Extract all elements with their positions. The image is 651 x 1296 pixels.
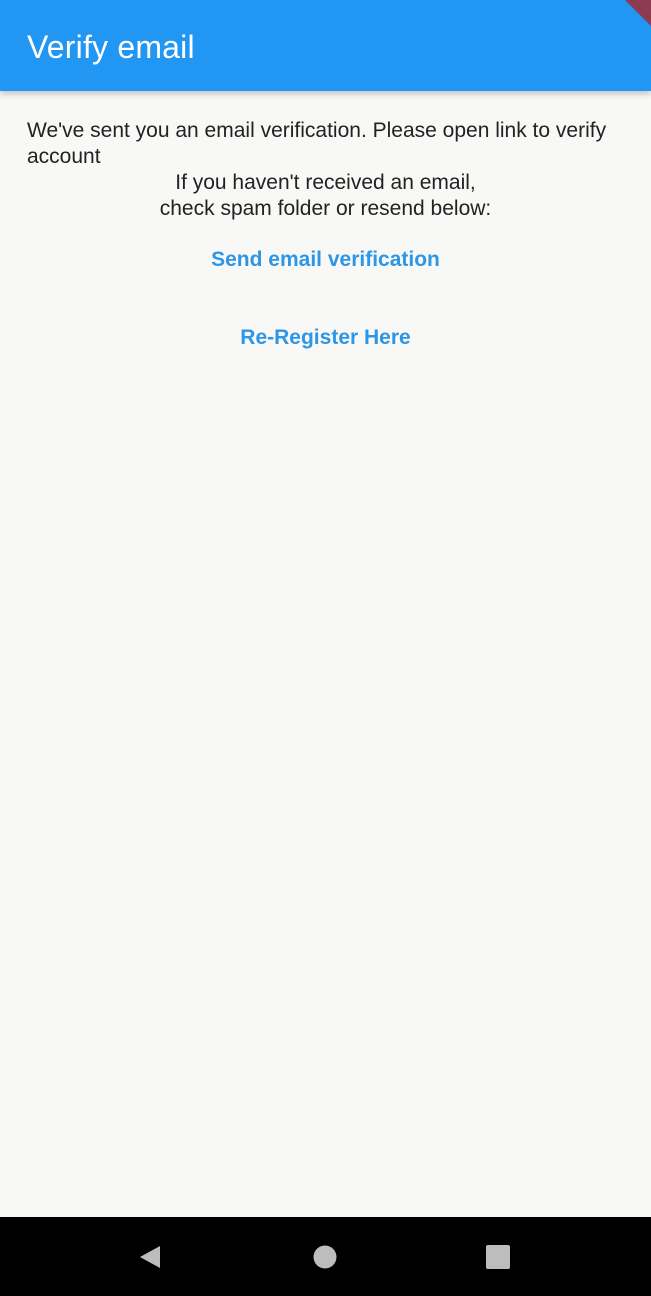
back-icon[interactable] bbox=[138, 1244, 164, 1270]
system-nav-bar bbox=[0, 1217, 651, 1296]
send-email-verification-button[interactable]: Send email verification bbox=[0, 246, 651, 274]
resend-hint-line-2: check spam folder or resend below: bbox=[159, 197, 492, 220]
verify-email-screen: Verify email We've sent you an email ver… bbox=[0, 0, 651, 1296]
resend-hint-line-1: If you haven't received an email, bbox=[175, 171, 476, 194]
verification-sent-message: We've sent you an email verification. Pl… bbox=[27, 119, 607, 168]
recents-icon[interactable] bbox=[485, 1244, 511, 1270]
resend-hint: If you haven't received an email, check … bbox=[0, 170, 651, 222]
re-register-button[interactable]: Re-Register Here bbox=[0, 324, 651, 352]
content-area: We've sent you an email verification. Pl… bbox=[0, 91, 651, 1217]
home-icon[interactable] bbox=[312, 1244, 338, 1270]
page-title: Verify email bbox=[27, 29, 195, 65]
debug-banner bbox=[625, 0, 651, 26]
app-bar: Verify email bbox=[0, 0, 651, 91]
